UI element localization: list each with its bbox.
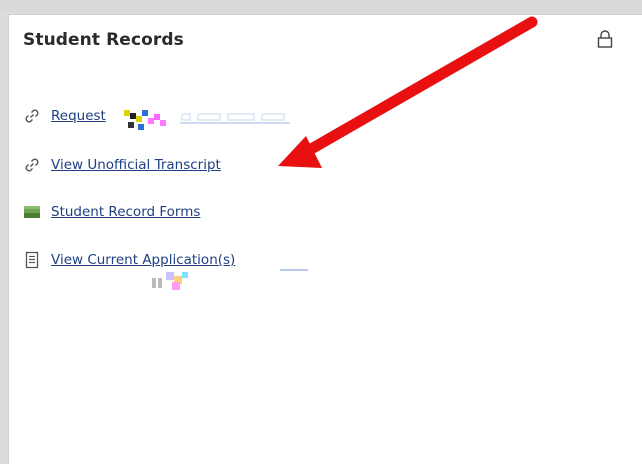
link-row-student-record-forms[interactable]: Student Record Forms (23, 202, 200, 222)
request-transcript-link[interactable]: Request (51, 108, 106, 124)
link-icon (25, 109, 39, 123)
student-records-card (8, 14, 642, 464)
link-icon (25, 158, 39, 172)
view-current-applications-link[interactable]: View Current Application(s) (51, 252, 235, 268)
document-icon (25, 251, 39, 269)
student-record-forms-link[interactable]: Student Record Forms (51, 204, 200, 220)
link-row-view-current-applications[interactable]: View Current Application(s) (23, 250, 235, 270)
lock-icon[interactable] (596, 29, 614, 49)
form-image-icon (24, 206, 40, 218)
link-row-request-transcript[interactable]: Request (23, 106, 106, 126)
card-title: Student Records (23, 30, 184, 50)
top-strip (0, 0, 642, 12)
view-unofficial-transcript-link[interactable]: View Unofficial Transcript (51, 157, 221, 173)
link-row-view-unofficial-transcript[interactable]: View Unofficial Transcript (23, 155, 221, 175)
